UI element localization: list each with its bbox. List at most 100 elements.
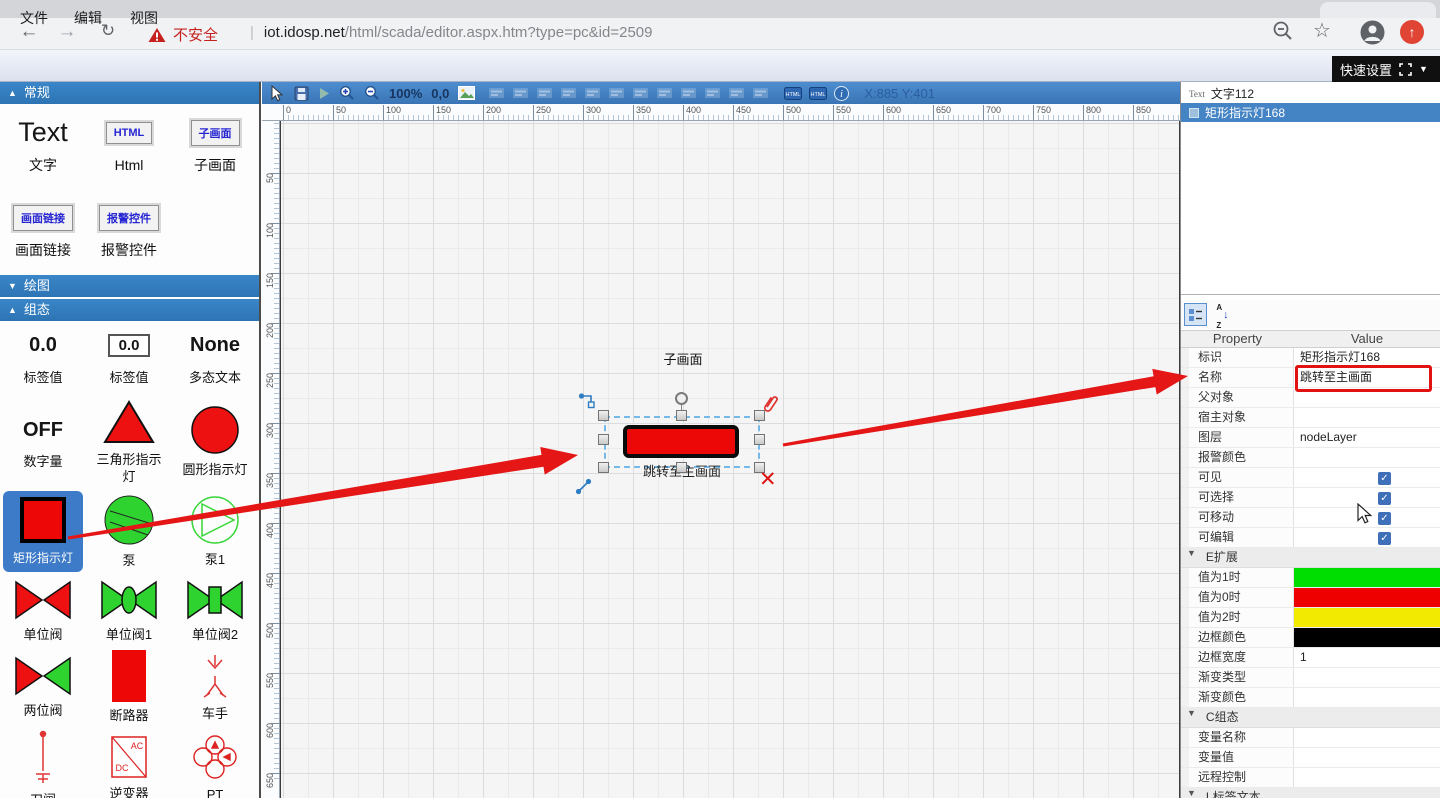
resize-handle-s[interactable] <box>676 462 687 473</box>
property-value[interactable] <box>1294 408 1440 427</box>
align-center-icon[interactable] <box>512 86 529 100</box>
palette-item-text[interactable]: Text文字 <box>3 104 83 186</box>
checkbox-checked[interactable]: ✓ <box>1378 532 1391 545</box>
space-horizontal-icon[interactable] <box>680 86 697 100</box>
palette-item-screen-link[interactable]: 画面链接画面链接 <box>3 189 83 271</box>
palette-section-config[interactable]: ▲组态 <box>0 299 259 321</box>
save-icon[interactable] <box>294 86 309 101</box>
same-height-icon[interactable] <box>656 86 673 100</box>
color-swatch[interactable] <box>1294 588 1440 607</box>
property-value[interactable] <box>1294 448 1440 467</box>
align-middle-icon[interactable] <box>584 86 601 100</box>
color-swatch[interactable] <box>1294 568 1440 587</box>
property-value[interactable] <box>1294 628 1440 647</box>
palette-item-tag-value[interactable]: 0.0标签值 <box>3 321 83 394</box>
property-value[interactable] <box>1294 768 1440 787</box>
palette-item-digital[interactable]: OFF数字量 <box>3 397 83 487</box>
resize-handle-nw[interactable] <box>598 410 609 421</box>
palette-item-pump[interactable]: 泵 <box>89 491 169 572</box>
bookmark-star-icon[interactable]: ☆ <box>1313 18 1331 43</box>
property-value[interactable] <box>1294 688 1440 707</box>
security-chip[interactable]: 不安全 <box>148 24 218 45</box>
menu-view[interactable]: 视图 <box>130 8 158 28</box>
palette-item-pt[interactable]: PT <box>175 727 255 798</box>
zoom-in-icon[interactable] <box>339 85 355 101</box>
palette-item-unit-valve1[interactable]: 单位阀1 <box>89 575 169 648</box>
align-top-icon[interactable] <box>560 86 577 100</box>
resize-handle-sw[interactable] <box>598 462 609 473</box>
zoom-page-icon[interactable] <box>1272 20 1294 47</box>
palette-item-inverter[interactable]: ACDC逆变器 <box>89 727 169 798</box>
palette-item-html[interactable]: HTMLHtml <box>89 104 169 186</box>
checkbox-checked[interactable]: ✓ <box>1378 472 1391 485</box>
palette-item-multi-text[interactable]: None多态文本 <box>175 321 255 394</box>
menu-file[interactable]: 文件 <box>20 8 48 28</box>
palette-section-general[interactable]: ▲常规 <box>0 82 259 104</box>
palette-item-pump1[interactable]: 泵1 <box>175 491 255 572</box>
property-value[interactable] <box>1294 588 1440 607</box>
property-value[interactable] <box>1294 668 1440 687</box>
palette-item-knife-switch[interactable]: 刀闸 <box>3 727 83 798</box>
resize-handle-e[interactable] <box>754 434 765 445</box>
connector-icon[interactable] <box>578 392 597 414</box>
color-swatch[interactable] <box>1294 608 1440 627</box>
palette-item-rect-indicator[interactable]: 矩形指示灯 <box>3 491 83 572</box>
property-value[interactable] <box>1294 568 1440 587</box>
text-sample-icon: 0.0 <box>29 329 57 363</box>
space-vertical-icon[interactable] <box>704 86 721 100</box>
resize-handle-n[interactable] <box>676 410 687 421</box>
update-icon[interactable]: ↑ <box>1400 20 1424 44</box>
canvas-text-object[interactable]: 子画面 <box>652 349 714 368</box>
palette-item-two-way-valve[interactable]: 两位阀 <box>3 651 83 724</box>
profile-icon[interactable] <box>1360 20 1385 50</box>
tree-item-rect-indicator[interactable]: 矩形指示灯168 <box>1181 103 1440 122</box>
rotate-handle[interactable] <box>675 392 688 405</box>
palette-item-handcart[interactable]: 车手 <box>175 651 255 724</box>
property-value[interactable] <box>1294 748 1440 767</box>
html-edit-icon[interactable]: HTML <box>784 87 802 100</box>
group-icon[interactable] <box>728 86 745 100</box>
play-icon[interactable] <box>318 87 330 100</box>
property-value[interactable]: nodeLayer <box>1294 428 1440 447</box>
categorized-view-icon[interactable] <box>1184 303 1207 326</box>
palette-item-alarm-control[interactable]: 报警控件报警控件 <box>89 189 169 271</box>
property-value[interactable] <box>1294 608 1440 627</box>
link-icon[interactable] <box>575 478 592 500</box>
paperclip-icon[interactable] <box>761 393 781 420</box>
palette-item-tag-value-boxed[interactable]: 0.0标签值 <box>89 321 169 394</box>
property-value[interactable]: ✓ <box>1294 468 1440 487</box>
delete-x-icon[interactable]: ✕ <box>759 469 777 490</box>
align-right-icon[interactable] <box>536 86 553 100</box>
sort-az-icon[interactable]: AZ↓ <box>1211 303 1234 326</box>
palette-item-triangle-indicator[interactable]: 三角形指示灯 <box>89 397 169 487</box>
menu-edit[interactable]: 编辑 <box>74 8 102 28</box>
checkbox-checked[interactable]: ✓ <box>1378 512 1391 525</box>
palette-section-drawing[interactable]: ▼绘图 <box>0 275 259 297</box>
ruler-label: 300 <box>583 105 601 120</box>
palette-item-unit-valve[interactable]: 单位阀 <box>3 575 83 648</box>
tree-item-text[interactable]: Text 文字112 <box>1181 84 1440 103</box>
cursor-icon[interactable] <box>270 85 285 102</box>
browser-tab[interactable] <box>1320 2 1436 18</box>
color-swatch[interactable] <box>1294 628 1440 647</box>
zoom-out-icon[interactable] <box>364 85 380 101</box>
property-value[interactable]: ✓ <box>1294 528 1440 547</box>
html-source-icon[interactable]: HTML <box>809 87 827 100</box>
align-left-icon[interactable] <box>488 86 505 100</box>
info-icon[interactable]: i <box>834 86 849 101</box>
palette-item-unit-valve2[interactable]: 单位阀2 <box>175 575 255 648</box>
quick-settings-bar[interactable]: 快速设置 ▼ <box>1332 56 1440 82</box>
resize-handle-w[interactable] <box>598 434 609 445</box>
palette-item-breaker[interactable]: 断路器 <box>89 651 169 724</box>
property-value[interactable]: 1 <box>1294 648 1440 667</box>
property-value[interactable] <box>1294 728 1440 747</box>
palette-item-subscreen[interactable]: 子画面子画面 <box>175 104 255 186</box>
align-bottom-icon[interactable] <box>608 86 625 100</box>
url-text[interactable]: |iot.idosp.net/html/scada/editor.aspx.ht… <box>250 24 653 41</box>
rect-indicator-element[interactable] <box>623 425 739 458</box>
same-width-icon[interactable] <box>632 86 649 100</box>
checkbox-checked[interactable]: ✓ <box>1378 492 1391 505</box>
image-icon[interactable] <box>458 86 475 100</box>
ungroup-icon[interactable] <box>752 86 769 100</box>
palette-item-circle-indicator[interactable]: 圆形指示灯 <box>175 397 255 487</box>
